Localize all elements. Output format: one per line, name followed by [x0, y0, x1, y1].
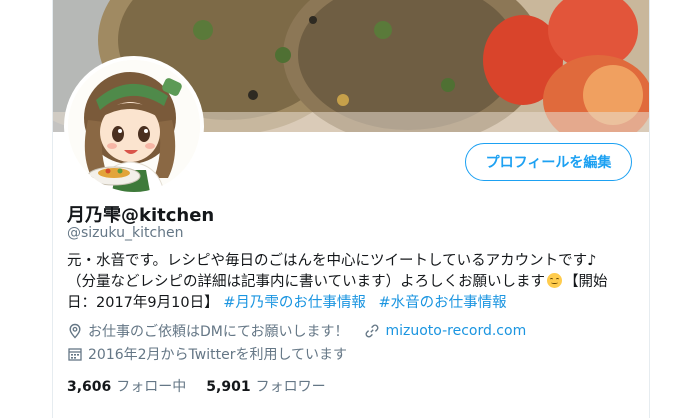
bio-start-date: 日：2017年9月10日】 [67, 295, 219, 311]
hashtag-link[interactable]: #水音のお仕事情報 [378, 295, 506, 311]
bio-line-2-tail: 【開始 [564, 274, 608, 290]
profile-bio: 元・水音です。レシピや毎日のごはんを中心にツイートしているアカウントです♪ （分… [67, 251, 627, 314]
profile-location: お仕事のご依頼はDMにてお願いします！ [88, 324, 349, 340]
profile-meta-joined-row: 2016年2月からTwitterを利用しています [67, 344, 347, 364]
left-gutter [0, 0, 52, 418]
followers-label: フォロワー [255, 379, 326, 395]
location-pin-icon [69, 323, 81, 339]
edit-profile-button[interactable]: プロフィールを編集 [465, 143, 632, 181]
bio-line-1: 元・水音です。レシピや毎日のごはんを中心にツイートしているアカウントです♪ [67, 253, 597, 269]
profile-website-link[interactable]: mizuoto-record.com [385, 323, 526, 339]
bio-line-2: （分量などレシピの詳細は記事内に書いています）よろしくお願いします 【開始 [67, 272, 627, 293]
profile-stats: 3,606 フォロー中 5,901 フォロワー [67, 376, 346, 396]
bio-line-2-text: （分量などレシピの詳細は記事内に書いています）よろしくお願いします [67, 274, 546, 290]
avatar-illustration [68, 60, 200, 192]
bio-line-3: 日：2017年9月10日】 #月乃雫のお仕事情報 #水音のお仕事情報 [67, 293, 627, 314]
column-divider [649, 0, 650, 418]
profile-joined-date: 2016年2月からTwitterを利用しています [88, 347, 348, 363]
profile-avatar[interactable] [64, 56, 204, 196]
calendar-icon [68, 348, 82, 361]
following-count: 3,606 [67, 379, 112, 395]
link-icon [365, 324, 379, 338]
following-label: フォロー中 [116, 379, 187, 395]
profile-handle: @sizuku_kitchen [67, 225, 184, 241]
right-gutter [650, 0, 680, 418]
hashtag-link[interactable]: #月乃雫のお仕事情報 [223, 295, 366, 311]
following-stat[interactable]: 3,606 フォロー中 [67, 376, 186, 396]
followers-stat[interactable]: 5,901 フォロワー [206, 376, 325, 396]
followers-count: 5,901 [206, 379, 251, 395]
profile-display-name: 月乃雫@kitchen [67, 205, 215, 226]
profile-meta-location-row: お仕事のご依頼はDMにてお願いします！ mizuoto-record.com [67, 321, 526, 341]
smiling-face-emoji-icon [547, 273, 563, 288]
